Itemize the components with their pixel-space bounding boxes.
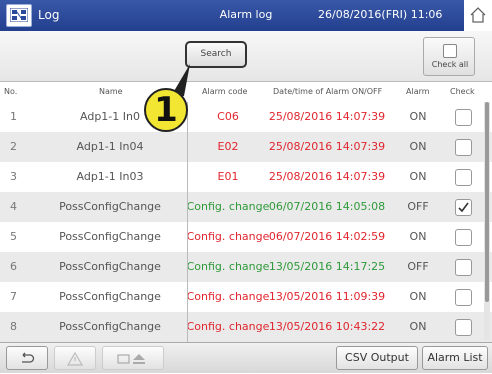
- home-button[interactable]: [464, 0, 492, 31]
- table-row[interactable]: 7 PossConfigChange Config. change 13/05/201…: [0, 282, 492, 313]
- page-title: Alarm log: [219, 8, 273, 21]
- table-row[interactable]: 5 PossConfigChange Config. change 06/07/201…: [0, 222, 492, 253]
- toolbar: Search Check all: [0, 31, 492, 82]
- row-alarm-status: ON: [409, 170, 427, 183]
- column-header-check: Check: [450, 87, 475, 96]
- bottom-bar: CSV Output Alarm List: [0, 342, 492, 373]
- column-header-alarm-code: Alarm code: [202, 87, 248, 96]
- row-alarm-status: ON: [409, 290, 427, 303]
- row-checkbox[interactable]: [455, 199, 472, 216]
- row-number: 3: [10, 170, 17, 183]
- row-alarm-status: ON: [409, 140, 427, 153]
- row-checkbox[interactable]: [455, 229, 472, 246]
- row-checkbox[interactable]: [455, 259, 472, 276]
- check-all-checkbox-icon: [443, 44, 457, 58]
- row-name: PossConfigChange: [59, 320, 161, 333]
- row-datetime: 13/05/2016 14:17:25: [268, 260, 386, 273]
- row-checkbox[interactable]: [455, 289, 472, 306]
- row-alarm-code: Config. change: [186, 320, 270, 333]
- row-number: 5: [10, 230, 17, 243]
- table-row[interactable]: 2 Adp1-1 In04 E02 25/08/2016 14:07:39 ON: [0, 132, 492, 163]
- table-row[interactable]: 8 PossConfigChange Config. change 13/05/201…: [0, 312, 492, 343]
- clock-display: 26/08/2016(FRI) 11:06: [318, 8, 443, 21]
- column-divider: [187, 102, 188, 342]
- column-header-datetime: Date/time of Alarm ON/OFF: [273, 87, 383, 96]
- log-button[interactable]: [6, 4, 32, 27]
- row-number: 8: [10, 320, 17, 333]
- row-datetime: 06/07/2016 14:02:59: [268, 230, 386, 243]
- title-bar: Log Alarm log 26/08/2016(FRI) 11:06: [0, 0, 492, 31]
- row-datetime: 13/05/2016 11:09:39: [268, 290, 386, 303]
- row-datetime: 25/08/2016 14:07:39: [268, 110, 386, 123]
- row-name: PossConfigChange: [59, 260, 161, 273]
- table-row[interactable]: 4 PossConfigChange Config. change 06/07/201…: [0, 192, 492, 223]
- row-name: Adp1-1 In04: [76, 140, 144, 153]
- log-label: Log: [38, 8, 60, 22]
- row-checkbox[interactable]: [455, 109, 472, 126]
- row-alarm-code: C06: [217, 110, 239, 123]
- row-alarm-status: ON: [409, 230, 427, 243]
- row-checkbox[interactable]: [455, 169, 472, 186]
- eject-icon: [117, 354, 145, 364]
- table-row[interactable]: 3 Adp1-1 In03 E01 25/08/2016 14:07:39 ON: [0, 162, 492, 193]
- row-name: PossConfigChange: [59, 200, 161, 213]
- check-all-button[interactable]: Check all: [423, 37, 475, 76]
- warning-icon: [66, 351, 84, 366]
- callout-number: 1: [144, 88, 188, 132]
- back-button[interactable]: [6, 346, 48, 370]
- checkmark-icon: [458, 202, 469, 213]
- search-button[interactable]: Search: [185, 41, 247, 68]
- row-name: Adp1-1 In03: [76, 170, 144, 183]
- row-alarm-code: E01: [217, 170, 239, 183]
- table-row[interactable]: 6 PossConfigChange Config. change 13/05/201…: [0, 252, 492, 283]
- row-alarm-code: E02: [217, 140, 239, 153]
- column-header-no: No.: [4, 87, 18, 96]
- row-number: 6: [10, 260, 17, 273]
- row-alarm-code: Config. change: [186, 200, 270, 213]
- row-name: PossConfigChange: [59, 290, 161, 303]
- csv-output-button[interactable]: CSV Output: [336, 346, 418, 370]
- row-alarm-code: Config. change: [186, 290, 270, 303]
- back-arrow-icon: [22, 352, 35, 363]
- warning-button[interactable]: [54, 346, 96, 370]
- row-checkbox[interactable]: [455, 139, 472, 156]
- log-icon: [10, 8, 28, 22]
- row-number: 7: [10, 290, 17, 303]
- row-datetime: 25/08/2016 14:07:39: [268, 170, 386, 183]
- row-number: 1: [10, 110, 17, 123]
- row-alarm-status: OFF: [407, 200, 429, 213]
- row-datetime: 25/08/2016 14:07:39: [268, 140, 386, 153]
- media-eject-button[interactable]: [102, 346, 164, 370]
- row-name: PossConfigChange: [59, 230, 161, 243]
- row-alarm-code: Config. change: [186, 260, 270, 273]
- row-alarm-status: ON: [409, 320, 427, 333]
- row-number: 2: [10, 140, 17, 153]
- row-alarm-status: ON: [409, 110, 427, 123]
- row-alarm-status: OFF: [407, 260, 429, 273]
- table-header: No. Name Alarm code Date/time of Alarm O…: [0, 82, 492, 103]
- scrollbar-thumb[interactable]: [485, 102, 489, 302]
- row-alarm-code: Config. change: [186, 230, 270, 243]
- row-datetime: 13/05/2016 10:43:22: [268, 320, 386, 333]
- scrollbar[interactable]: [484, 102, 490, 340]
- row-datetime: 06/07/2016 14:05:08: [268, 200, 386, 213]
- alarm-list-button[interactable]: Alarm List: [422, 346, 488, 370]
- row-checkbox[interactable]: [455, 319, 472, 336]
- home-icon: [470, 7, 486, 23]
- check-all-label: Check all: [431, 60, 469, 69]
- table-row[interactable]: 1 Adp1-1 In0 C06 25/08/2016 14:07:39 ON: [0, 102, 492, 133]
- row-number: 4: [10, 200, 17, 213]
- column-header-alarm: Alarm: [406, 87, 430, 96]
- column-header-name: Name: [99, 87, 123, 96]
